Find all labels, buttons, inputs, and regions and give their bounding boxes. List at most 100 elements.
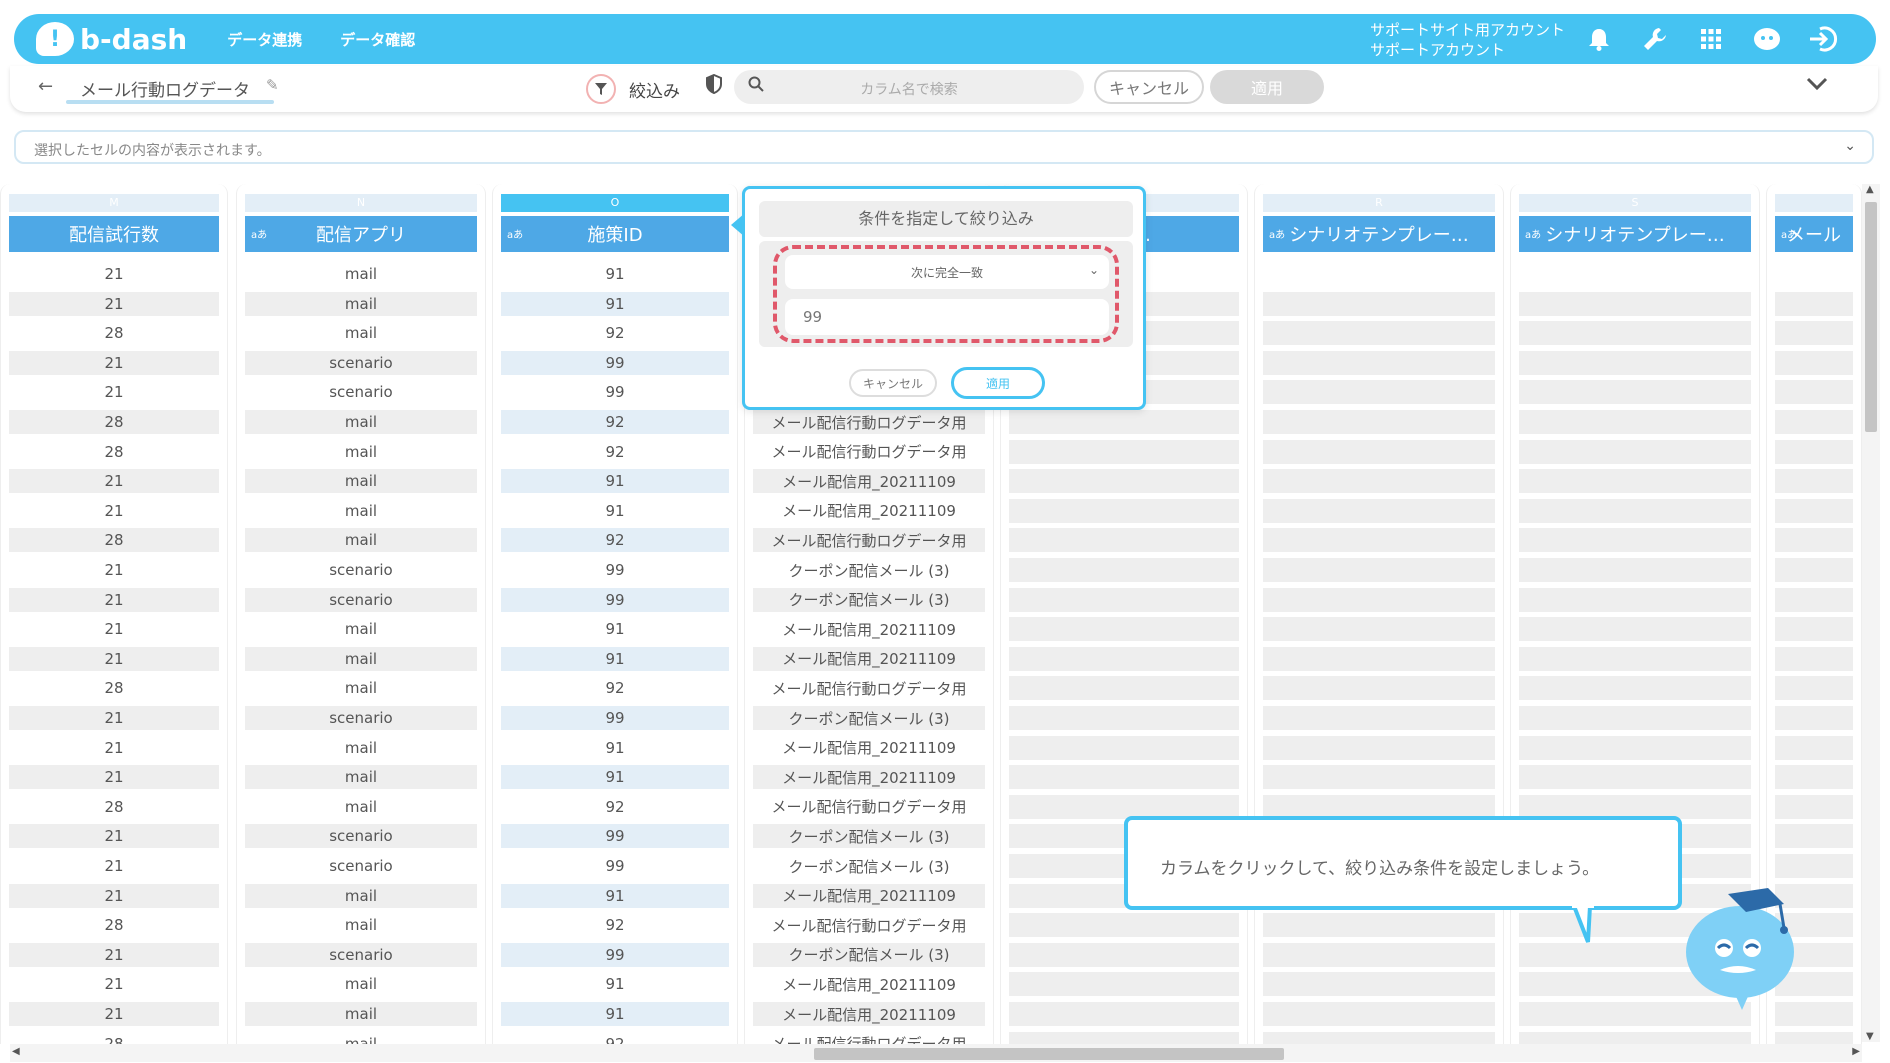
table-cell[interactable] — [1009, 617, 1239, 642]
table-cell[interactable] — [1775, 528, 1853, 553]
table-cell[interactable] — [1775, 291, 1853, 316]
table-cell[interactable]: 28 — [9, 795, 219, 819]
wrench-icon[interactable] — [1640, 24, 1670, 54]
table-cell[interactable]: メール配信行動ログデータ用 — [753, 440, 985, 464]
column-header[interactable]: aあ 施策ID — [501, 216, 729, 252]
table-cell[interactable]: 21 — [9, 499, 219, 523]
table-cell[interactable]: メール配信用_20211109 — [753, 883, 985, 908]
table-cell[interactable] — [1263, 291, 1495, 316]
table-cell[interactable]: scenario — [245, 558, 477, 582]
table-cell[interactable]: 91 — [501, 262, 729, 286]
table-cell[interactable]: scenario — [245, 350, 477, 375]
table-cell[interactable] — [1009, 469, 1239, 494]
table-cell[interactable] — [1519, 380, 1751, 405]
table-cell[interactable]: 99 — [501, 706, 729, 730]
table-cell[interactable]: 92 — [501, 795, 729, 819]
table-cell[interactable] — [1263, 587, 1495, 612]
table-cell[interactable] — [1775, 439, 1853, 464]
table-cell[interactable] — [1263, 439, 1495, 464]
table-cell[interactable] — [1009, 735, 1239, 760]
table-cell[interactable]: 92 — [501, 676, 729, 700]
table-cell[interactable]: mail — [245, 440, 477, 464]
table-cell[interactable]: 21 — [9, 617, 219, 641]
table-cell[interactable]: 91 — [501, 972, 729, 996]
table-cell[interactable]: メール配信用_20211109 — [753, 617, 985, 641]
table-cell[interactable]: 92 — [501, 1032, 729, 1044]
grid-column[interactable]: Raあ シナリオテンプレー… — [1254, 184, 1504, 1044]
table-cell[interactable] — [1009, 765, 1239, 790]
table-cell[interactable]: 21 — [9, 706, 219, 730]
table-cell[interactable] — [1263, 410, 1495, 434]
table-cell[interactable] — [1775, 587, 1853, 612]
table-cell[interactable]: scenario — [245, 824, 477, 849]
table-cell[interactable] — [1519, 439, 1751, 464]
table-cell[interactable]: mail — [245, 1032, 477, 1044]
table-cell[interactable] — [1775, 617, 1853, 642]
table-cell[interactable]: 92 — [501, 913, 729, 937]
column-letter[interactable]: O — [501, 194, 729, 212]
table-cell[interactable] — [1009, 1002, 1239, 1026]
table-cell[interactable] — [1519, 765, 1751, 790]
table-cell[interactable] — [1775, 676, 1853, 701]
table-cell[interactable]: mail — [245, 736, 477, 760]
table-cell[interactable] — [1775, 262, 1853, 286]
table-cell[interactable]: メール配信用_20211109 — [753, 499, 985, 523]
filter-icon[interactable] — [586, 74, 616, 104]
column-letter[interactable]: S — [1519, 194, 1751, 212]
table-cell[interactable]: 21 — [9, 291, 219, 316]
table-cell[interactable] — [1263, 735, 1495, 760]
filter-label[interactable]: 絞込み — [629, 77, 680, 102]
table-cell[interactable]: mail — [245, 646, 477, 671]
nav-data-integration[interactable]: データ連携 — [227, 29, 302, 50]
table-cell[interactable]: 21 — [9, 1002, 219, 1026]
table-cell[interactable] — [1519, 469, 1751, 494]
table-cell[interactable]: 21 — [9, 824, 219, 849]
table-cell[interactable] — [1775, 824, 1853, 849]
table-cell[interactable] — [1775, 646, 1853, 671]
table-cell[interactable] — [1263, 972, 1495, 997]
table-cell[interactable]: mail — [245, 913, 477, 937]
table-cell[interactable] — [1009, 913, 1239, 938]
table-cell[interactable]: scenario — [245, 380, 477, 404]
table-cell[interactable]: メール配信用_20211109 — [753, 646, 985, 671]
table-cell[interactable] — [1009, 646, 1239, 671]
table-cell[interactable] — [1519, 587, 1751, 612]
table-cell[interactable]: scenario — [245, 587, 477, 612]
cancel-button[interactable]: キャンセル — [1094, 70, 1204, 104]
table-cell[interactable] — [1263, 262, 1495, 286]
table-cell[interactable]: 99 — [501, 380, 729, 404]
column-header[interactable]: aあ シナリオテンプレー… — [1263, 216, 1495, 252]
table-cell[interactable] — [1263, 469, 1495, 494]
column-search-input[interactable]: カラム名で検索 — [734, 70, 1084, 104]
table-cell[interactable] — [1263, 380, 1495, 405]
table-cell[interactable]: mail — [245, 972, 477, 996]
table-cell[interactable]: mail — [245, 262, 477, 286]
table-cell[interactable]: 21 — [9, 350, 219, 375]
table-cell[interactable]: メール配信用_20211109 — [753, 736, 985, 760]
table-cell[interactable]: scenario — [245, 854, 477, 878]
table-cell[interactable] — [1263, 765, 1495, 790]
table-cell[interactable]: mail — [245, 499, 477, 523]
table-cell[interactable]: メール配信用_20211109 — [753, 469, 985, 494]
column-header[interactable]: 配信試行数 — [9, 216, 219, 252]
table-cell[interactable]: クーポン配信メール (3) — [753, 942, 985, 967]
table-cell[interactable]: scenario — [245, 706, 477, 730]
grid-column[interactable]: Naあ 配信アプリ mail mail mail scenario scenario mail… — [236, 184, 486, 1044]
table-cell[interactable] — [1519, 646, 1751, 671]
scroll-down-icon[interactable]: ▼ — [1866, 1031, 1874, 1042]
table-cell[interactable] — [1009, 410, 1239, 434]
grid-column[interactable]: Oaあ 施策ID 91 91 92 99 99 92 92 91 91 92 99 99 91 91 92 99 9… — [492, 184, 738, 1044]
table-cell[interactable]: 91 — [501, 1002, 729, 1026]
table-cell[interactable]: 91 — [501, 646, 729, 671]
table-cell[interactable] — [1775, 410, 1853, 434]
vertical-scroll-thumb[interactable] — [1865, 202, 1877, 432]
table-cell[interactable]: 91 — [501, 736, 729, 760]
table-cell[interactable]: mail — [245, 883, 477, 908]
table-cell[interactable] — [1775, 794, 1853, 819]
table-cell[interactable]: メール配信行動ログデータ用 — [753, 676, 985, 700]
table-cell[interactable] — [1519, 676, 1751, 701]
table-cell[interactable]: mail — [245, 291, 477, 316]
table-cell[interactable] — [1775, 321, 1853, 346]
table-cell[interactable]: 21 — [9, 262, 219, 286]
logout-icon[interactable] — [1808, 24, 1838, 54]
